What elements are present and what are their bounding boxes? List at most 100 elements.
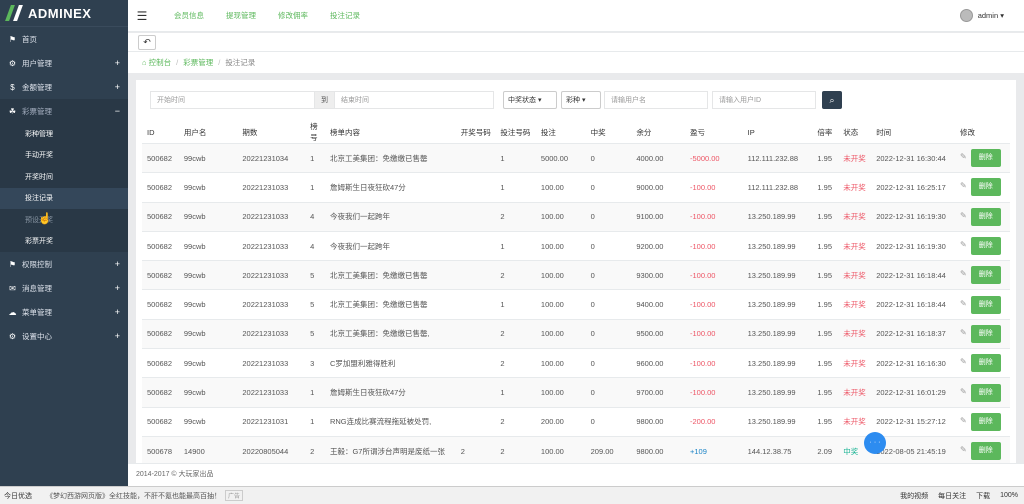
- table-cell: 1.95: [812, 348, 839, 378]
- edit-icon[interactable]: ✎: [960, 328, 967, 337]
- delete-button[interactable]: 删除: [970, 237, 1001, 256]
- table-cell: 13.250.189.99: [742, 318, 813, 349]
- sidebar-subitem-0[interactable]: 彩种管理: [0, 123, 128, 145]
- edit-icon[interactable]: ✎: [960, 299, 967, 308]
- table-cell: 20221231033: [237, 230, 306, 261]
- delete-button[interactable]: 删除: [970, 442, 1001, 461]
- sidebar-item-items-2[interactable]: $ 金额管理 +: [0, 75, 128, 99]
- edit-icon[interactable]: ✎: [960, 269, 967, 278]
- table-cell: 20221231033: [237, 289, 306, 320]
- breadcrumb-section[interactable]: 彩票管理: [183, 57, 213, 68]
- table-row: 500682 99cwb 20221231031 1 RNG连成比赛流程拖延被处罚, 2 2…: [142, 406, 1010, 437]
- tab-row: ↶: [128, 33, 1024, 51]
- user-menu[interactable]: admin ▾: [959, 9, 1004, 22]
- column-header: 状态: [838, 121, 872, 144]
- column-header: 修改: [955, 121, 1010, 144]
- table-cell: 2.09: [812, 435, 839, 466]
- sidebar-item-items-0[interactable]: ⚑ 首页: [0, 27, 128, 51]
- table-cell: 100.00: [535, 318, 586, 349]
- logo[interactable]: ADMINEX: [0, 0, 128, 27]
- table-cell: 2022-12-31 16:18:44: [871, 289, 956, 320]
- end-time-input[interactable]: 结束时间: [334, 91, 494, 109]
- table-cell: 未开奖: [838, 406, 872, 437]
- edit-icon[interactable]: ✎: [960, 416, 967, 425]
- table-cell: 未开奖: [838, 260, 872, 290]
- sidebar-item-items-3[interactable]: ☘ 彩票管理 −: [0, 99, 128, 123]
- sidebar-item-items2-0[interactable]: ⚑ 权限控制 +: [0, 252, 128, 276]
- username-input[interactable]: 请输用户名: [604, 91, 708, 109]
- delete-button[interactable]: 删除: [970, 178, 1001, 197]
- top-link-withdraw[interactable]: 提现管理: [226, 10, 256, 21]
- top-link-commission[interactable]: 修改佣率: [278, 10, 308, 21]
- sidebar-item-items2-1[interactable]: ✉ 消息管理 +: [0, 276, 128, 300]
- table-cell: [455, 318, 496, 349]
- sidebar-item-items2-2[interactable]: ☁ 菜单管理 +: [0, 300, 128, 324]
- user-id-input[interactable]: 请输入用户ID: [712, 91, 816, 109]
- table-cell: 20221231031: [237, 406, 306, 437]
- top-link-bet-records[interactable]: 投注记录: [330, 10, 360, 21]
- column-header: 倍率: [812, 121, 839, 144]
- table-cell: 2022-12-31 15:27:12: [871, 406, 956, 437]
- edit-icon[interactable]: ✎: [960, 181, 967, 190]
- back-button[interactable]: ↶: [138, 35, 156, 50]
- table-cell: 0: [585, 348, 632, 378]
- table-cell: 2022-12-31 16:30:44: [871, 142, 956, 173]
- table-cell: 20220805044: [237, 435, 306, 466]
- delete-button[interactable]: 删除: [970, 149, 1001, 168]
- today-picks[interactable]: 今日优选: [4, 491, 32, 501]
- table-cell: 未开奖: [838, 348, 872, 378]
- delete-button[interactable]: 删除: [970, 354, 1001, 373]
- sidebar-subitem-4[interactable]: 预设开奖: [0, 209, 128, 231]
- delete-button[interactable]: 删除: [970, 383, 1001, 402]
- edit-icon[interactable]: ✎: [960, 211, 967, 220]
- my-video-link[interactable]: 我的视频: [900, 491, 928, 501]
- table-cell: 20221231034: [237, 142, 306, 173]
- delete-button[interactable]: 删除: [970, 324, 1001, 343]
- lottery-type-select[interactable]: 彩种 ▾: [561, 91, 601, 109]
- edit-icon[interactable]: ✎: [960, 387, 967, 396]
- home-icon: ⌂: [142, 58, 149, 67]
- delete-button[interactable]: 删除: [970, 207, 1001, 226]
- table-cell: 99cwb: [178, 377, 238, 408]
- floating-chat-bubble[interactable]: · · ·: [864, 432, 886, 454]
- delete-button[interactable]: 删除: [970, 266, 1001, 285]
- column-header: IP: [742, 121, 813, 144]
- search-button[interactable]: ⌕: [822, 91, 842, 109]
- table-cell: 500682: [142, 377, 179, 408]
- daily-follow-link[interactable]: 每日关注: [938, 491, 966, 501]
- sidebar-item-items-1[interactable]: ⚙ 用户管理 +: [0, 51, 128, 75]
- table-cell: 2022-12-31 16:19:30: [871, 230, 956, 261]
- breadcrumb-home[interactable]: 控制台: [149, 57, 172, 68]
- expand-icon: +: [114, 283, 120, 293]
- zoom-level[interactable]: 100%: [1000, 492, 1018, 499]
- download-link[interactable]: 下载: [976, 491, 990, 501]
- chevron-down-icon: ▾: [581, 97, 586, 104]
- news-ticker[interactable]: 《梦幻西游网页版》全红技能，不肝不氪也能最高百抽！: [46, 491, 221, 501]
- table-cell: 99cwb: [178, 142, 238, 173]
- delete-button[interactable]: 删除: [970, 295, 1001, 314]
- column-header: 余分: [631, 121, 685, 144]
- table-cell: 2: [495, 406, 536, 437]
- sidebar-subitem-1[interactable]: 手动开奖: [0, 145, 128, 167]
- breadcrumb-separator: /: [218, 58, 221, 67]
- edit-icon[interactable]: ✎: [960, 240, 967, 249]
- sidebar-subitem-5[interactable]: 彩票开奖: [0, 231, 128, 253]
- start-time-input[interactable]: 开始时间: [150, 91, 315, 109]
- edit-icon[interactable]: ✎: [960, 357, 967, 366]
- table-cell: 1.95: [812, 172, 839, 203]
- hamburger-menu-icon[interactable]: ☰: [132, 9, 152, 23]
- table-cell: 1.95: [812, 289, 839, 320]
- table-cell: -100.00: [685, 201, 743, 232]
- table-cell: 2022-12-31 16:18:44: [871, 260, 956, 290]
- sidebar-subitem-3[interactable]: 投注记录: [0, 187, 128, 209]
- edit-icon[interactable]: ✎: [960, 152, 967, 161]
- prize-status-select[interactable]: 中奖状态 ▾: [503, 91, 557, 109]
- sidebar-item-items2-3[interactable]: ⚙ 设置中心 +: [0, 324, 128, 348]
- expand-icon: +: [114, 307, 120, 317]
- delete-button[interactable]: 删除: [970, 412, 1001, 431]
- column-header: ID: [142, 121, 179, 144]
- sidebar-subitem-2[interactable]: 开奖时间: [0, 166, 128, 188]
- edit-icon[interactable]: ✎: [960, 445, 967, 454]
- sidebar-item-label: 彩票管理: [22, 106, 52, 116]
- top-link-member-info[interactable]: 会员信息: [174, 10, 204, 21]
